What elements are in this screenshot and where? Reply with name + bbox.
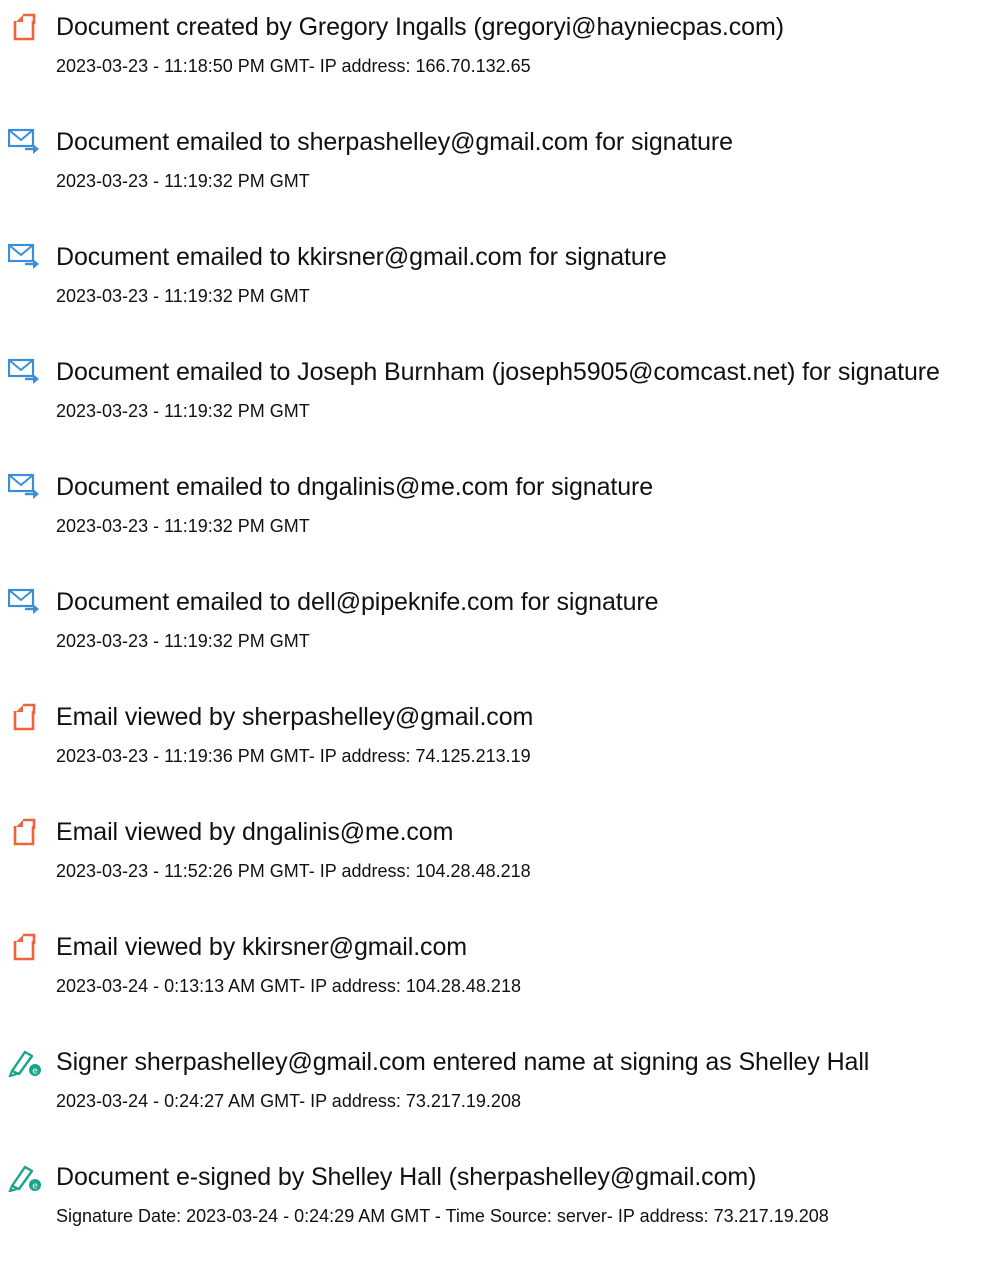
event-timestamp: 2023-03-23 - 11:19:32 PM GMT: [56, 401, 310, 421]
audit-event: e Document e-signed by Shelley Hall (she…: [0, 1162, 1008, 1272]
event-title: Document emailed to dngalinis@me.com for…: [56, 473, 654, 501]
event-timestamp: 2023-03-24 - 0:13:13 AM GMT- IP address:…: [56, 976, 521, 996]
document-created-icon: [8, 12, 42, 42]
event-title: Email viewed by dngalinis@me.com: [56, 818, 454, 846]
event-timestamp: 2023-03-23 - 11:19:32 PM GMT: [56, 631, 310, 651]
event-title: Document emailed to kkirsner@gmail.com f…: [56, 243, 667, 271]
email-sent-icon: [8, 242, 42, 272]
event-title: Document e-signed by Shelley Hall (sherp…: [56, 1163, 757, 1191]
email-sent-icon: [8, 127, 42, 157]
audit-event: Document emailed to kkirsner@gmail.com f…: [0, 242, 1008, 352]
audit-event: Email viewed by dngalinis@me.com 2023-03…: [0, 817, 1008, 927]
audit-event: Email viewed by kkirsner@gmail.com 2023-…: [0, 932, 1008, 1042]
audit-event: Document emailed to dngalinis@me.com for…: [0, 472, 1008, 582]
audit-event: Document emailed to dell@pipeknife.com f…: [0, 587, 1008, 697]
email-sent-icon: [8, 587, 42, 617]
email-viewed-icon: [8, 932, 42, 962]
audit-event: Document emailed to sherpashelley@gmail.…: [0, 127, 1008, 237]
event-title: Document created by Gregory Ingalls (gre…: [56, 13, 784, 41]
email-sent-icon: [8, 472, 42, 502]
audit-event: Email viewed by sherpashelley@gmail.com …: [0, 702, 1008, 812]
event-timestamp: 2023-03-23 - 11:19:32 PM GMT: [56, 286, 310, 306]
event-title: Document emailed to dell@pipeknife.com f…: [56, 588, 659, 616]
audit-event: Document emailed to Joseph Burnham (jose…: [0, 357, 1008, 467]
event-timestamp: 2023-03-23 - 11:19:32 PM GMT: [56, 516, 310, 536]
event-title: Document emailed to sherpashelley@gmail.…: [56, 128, 733, 156]
event-title: Document emailed to Joseph Burnham (jose…: [56, 358, 940, 386]
event-timestamp: 2023-03-23 - 11:19:36 PM GMT- IP address…: [56, 746, 531, 766]
event-title: Signer sherpashelley@gmail.com entered n…: [56, 1048, 870, 1076]
svg-text:e: e: [32, 1182, 38, 1192]
signature-details: Signature Date: 2023-03-24 - 0:24:29 AM …: [56, 1206, 829, 1226]
event-timestamp: 2023-03-24 - 0:24:27 AM GMT- IP address:…: [56, 1091, 521, 1111]
email-sent-icon: [8, 357, 42, 387]
event-timestamp: 2023-03-23 - 11:18:50 PM GMT- IP address…: [56, 56, 531, 76]
signer-name-entered-icon: e: [8, 1047, 42, 1077]
e-signed-icon: e: [8, 1162, 42, 1192]
event-title: Email viewed by kkirsner@gmail.com: [56, 933, 467, 961]
email-viewed-icon: [8, 817, 42, 847]
email-viewed-icon: [8, 702, 42, 732]
event-title: Email viewed by sherpashelley@gmail.com: [56, 703, 534, 731]
svg-text:e: e: [32, 1067, 38, 1077]
event-timestamp: 2023-03-23 - 11:52:26 PM GMT- IP address…: [56, 861, 531, 881]
event-timestamp: 2023-03-23 - 11:19:32 PM GMT: [56, 171, 310, 191]
audit-event: Document created by Gregory Ingalls (gre…: [0, 12, 1008, 122]
audit-event: e Signer sherpashelley@gmail.com entered…: [0, 1047, 1008, 1157]
